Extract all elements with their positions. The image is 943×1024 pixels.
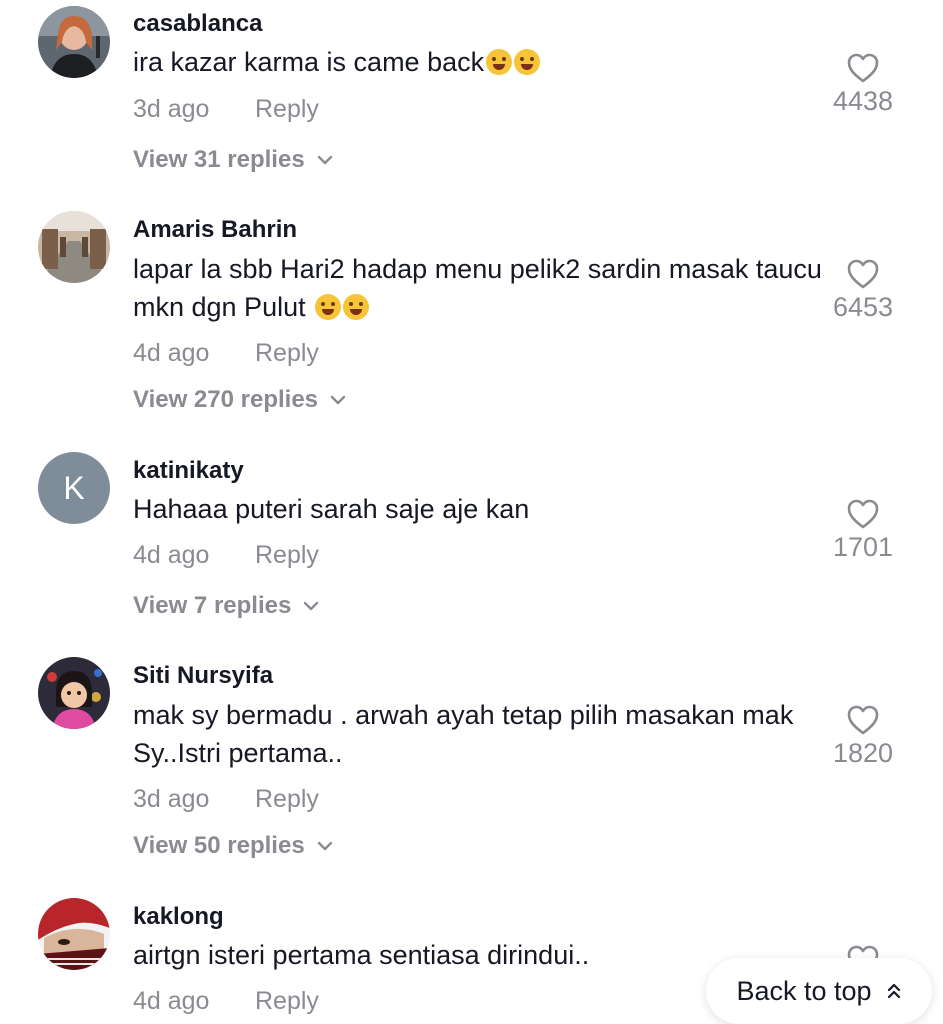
like-count: 6453 [832,292,894,322]
comment-time: 4d ago [133,339,210,367]
avatar[interactable] [38,6,110,78]
like-count: 1820 [832,738,894,768]
avatar[interactable] [38,657,110,729]
comment-text: Hahaaa puteri sarah saje aje kan [133,494,530,524]
reply-button[interactable]: Reply [255,541,319,570]
like-button[interactable]: 1701 [823,498,903,563]
hushed-face-emoji-icon [343,294,370,320]
chevron-down-icon [317,841,332,851]
view-replies-label: View 270 replies [133,386,319,413]
comment-meta: 3d ago Reply [133,785,319,814]
back-to-top-button[interactable]: Back to top [706,958,932,1024]
comment-time: 4d ago [133,987,210,1015]
comment-meta: 4d ago Reply [133,541,319,570]
comment-text: mak sy bermadu . arwah ayah tetap pilih … [133,700,794,768]
comment-username[interactable]: Siti Nursyifa [133,662,273,690]
chevron-down-icon [304,601,319,611]
reply-button[interactable]: Reply [255,785,319,814]
hushed-face-emoji-icon [315,294,342,320]
comment-meta: 3d ago Reply [133,95,319,124]
like-count: 4438 [832,86,894,116]
double-chevron-up-icon [887,983,900,999]
comment-text-content: lapar la sbb Hari2 hadap menu pelik2 sar… [133,254,822,322]
heart-icon [847,705,879,735]
heart-icon [847,499,879,529]
comment-username[interactable]: katinikaty [133,457,244,485]
laughing-emoji-icon [486,49,513,75]
comment-text: lapar la sbb Hari2 hadap menu pelik2 sar… [133,250,823,326]
view-replies-label: View 31 replies [133,146,305,173]
comment-time: 3d ago [133,785,210,813]
comment-username[interactable]: kaklong [133,903,224,931]
heart-icon [847,53,879,83]
reply-button[interactable]: Reply [255,339,319,368]
like-button[interactable]: 6453 [823,258,903,323]
comment-username[interactable]: casablanca [133,10,262,38]
comment-username[interactable]: Amaris Bahrin [133,216,297,244]
comment-text-content: ira kazar karma is came back [133,47,485,77]
comment-time: 3d ago [133,95,210,123]
comment-meta: 4d ago Reply [133,987,319,1016]
reply-button[interactable]: Reply [255,95,319,124]
view-replies-label: View 50 replies [133,832,305,859]
heart-icon [847,259,879,289]
comment-meta: 4d ago Reply [133,339,319,368]
chevron-down-icon [330,395,346,405]
avatar[interactable] [38,898,110,970]
avatar[interactable] [38,211,110,283]
laughing-emoji-icon [514,49,541,75]
view-replies-label: View 7 replies [133,592,292,619]
back-to-top-label: Back to top [736,975,872,1006]
comment-time: 4d ago [133,541,210,569]
like-button[interactable]: 1820 [823,704,903,769]
avatar[interactable]: K [38,452,110,524]
reply-button[interactable]: Reply [255,987,319,1016]
view-replies-button[interactable]: View 7 replies [133,592,319,620]
view-replies-button[interactable]: View 270 replies [133,386,346,414]
avatar-letter: K [63,469,85,506]
chevron-down-icon [317,155,332,165]
view-replies-button[interactable]: View 31 replies [133,146,333,174]
comment-text: ira kazar karma is came back [133,43,823,81]
like-button[interactable]: 4438 [823,52,903,117]
like-count: 1701 [832,532,894,562]
view-replies-button[interactable]: View 50 replies [133,832,333,860]
